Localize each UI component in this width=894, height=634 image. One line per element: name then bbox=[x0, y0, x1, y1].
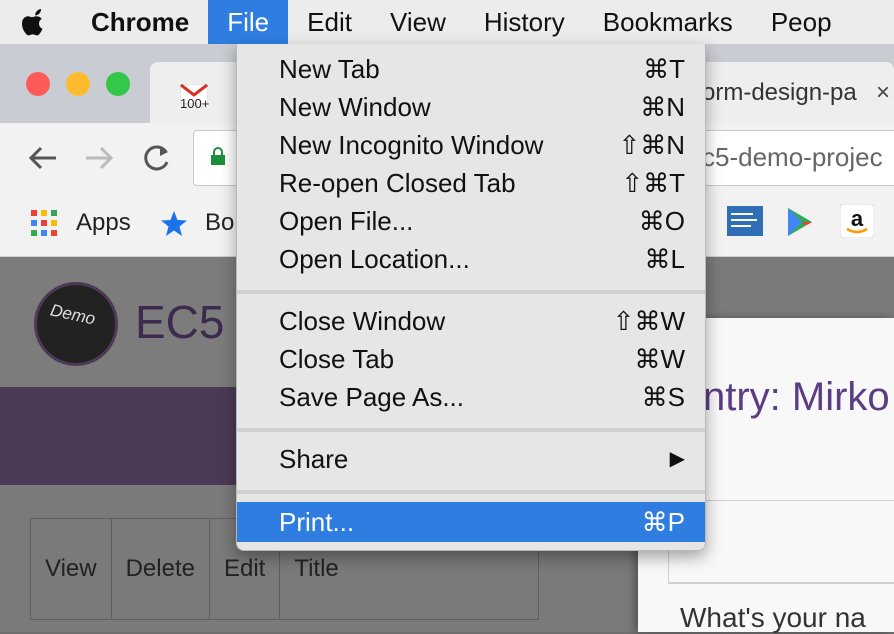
back-arrow-icon[interactable] bbox=[28, 145, 58, 171]
svg-text:a: a bbox=[851, 206, 864, 231]
entry-panel-heading: ntry: Mirko bbox=[703, 375, 890, 419]
menu-separator bbox=[237, 490, 705, 494]
bookmark-partial-label[interactable]: Bo bbox=[205, 209, 234, 237]
menu-item-new-tab[interactable]: New Tab ⌘T bbox=[237, 50, 705, 88]
amazon-icon[interactable]: a bbox=[840, 204, 874, 238]
menu-item-reopen-closed-tab[interactable]: Re-open Closed Tab ⇧⌘T bbox=[237, 164, 705, 202]
menu-item-save-page-as[interactable]: Save Page As... ⌘S bbox=[237, 378, 705, 416]
minimize-window-button[interactable] bbox=[66, 72, 90, 96]
forward-arrow-icon[interactable] bbox=[84, 145, 114, 171]
menubar-app-chrome[interactable]: Chrome bbox=[72, 0, 208, 44]
divider bbox=[668, 582, 894, 584]
apple-menu[interactable] bbox=[0, 0, 72, 44]
lock-icon bbox=[211, 147, 225, 165]
menu-item-close-window[interactable]: Close Window ⇧⌘W bbox=[237, 302, 705, 340]
bookmark-apps-label[interactable]: Apps bbox=[76, 209, 131, 237]
google-play-icon[interactable] bbox=[786, 206, 814, 238]
gmail-unread-badge: 100+ bbox=[180, 96, 210, 111]
entry-question-label: What's your na bbox=[680, 602, 866, 633]
submenu-arrow-icon: ▶ bbox=[669, 448, 685, 470]
menubar-people[interactable]: Peop bbox=[752, 0, 851, 44]
menubar-history[interactable]: History bbox=[465, 0, 584, 44]
tab-title: orm-design-pa bbox=[702, 79, 857, 106]
menu-item-print[interactable]: Print... ⌘P bbox=[237, 502, 705, 542]
close-window-button[interactable] bbox=[26, 72, 50, 96]
reload-icon[interactable] bbox=[142, 143, 172, 173]
tab-close-icon[interactable]: × bbox=[876, 79, 890, 107]
menu-item-open-location[interactable]: Open Location... ⌘L bbox=[237, 240, 705, 278]
menu-item-new-incognito-window[interactable]: New Incognito Window ⇧⌘N bbox=[237, 126, 705, 164]
star-bookmark-icon[interactable] bbox=[160, 210, 188, 238]
table-header-view: View bbox=[30, 518, 112, 620]
zoom-window-button[interactable] bbox=[106, 72, 130, 96]
menu-item-close-tab[interactable]: Close Tab ⌘W bbox=[237, 340, 705, 378]
apps-grid-icon[interactable] bbox=[31, 210, 57, 236]
url-text: c5-demo-projec bbox=[702, 142, 883, 172]
extension-icon[interactable] bbox=[727, 206, 763, 236]
table-header-delete: Delete bbox=[110, 518, 210, 620]
file-menu: New Tab ⌘T New Window ⌘N New Incognito W… bbox=[236, 44, 706, 551]
menu-item-new-window[interactable]: New Window ⌘N bbox=[237, 88, 705, 126]
site-title: EC5 bbox=[135, 296, 225, 348]
apple-logo-icon bbox=[22, 9, 43, 36]
menu-separator bbox=[237, 428, 705, 432]
menu-item-share[interactable]: Share ▶ bbox=[237, 440, 705, 478]
window-controls bbox=[26, 72, 130, 96]
menubar-edit[interactable]: Edit bbox=[288, 0, 371, 44]
menu-item-open-file[interactable]: Open File... ⌘O bbox=[237, 202, 705, 240]
menubar-file[interactable]: File bbox=[208, 0, 289, 44]
macos-menubar: Chrome File Edit View History Bookmarks … bbox=[0, 0, 894, 45]
menu-separator bbox=[237, 290, 705, 294]
menubar-bookmarks[interactable]: Bookmarks bbox=[584, 0, 752, 44]
menubar-view[interactable]: View bbox=[371, 0, 465, 44]
